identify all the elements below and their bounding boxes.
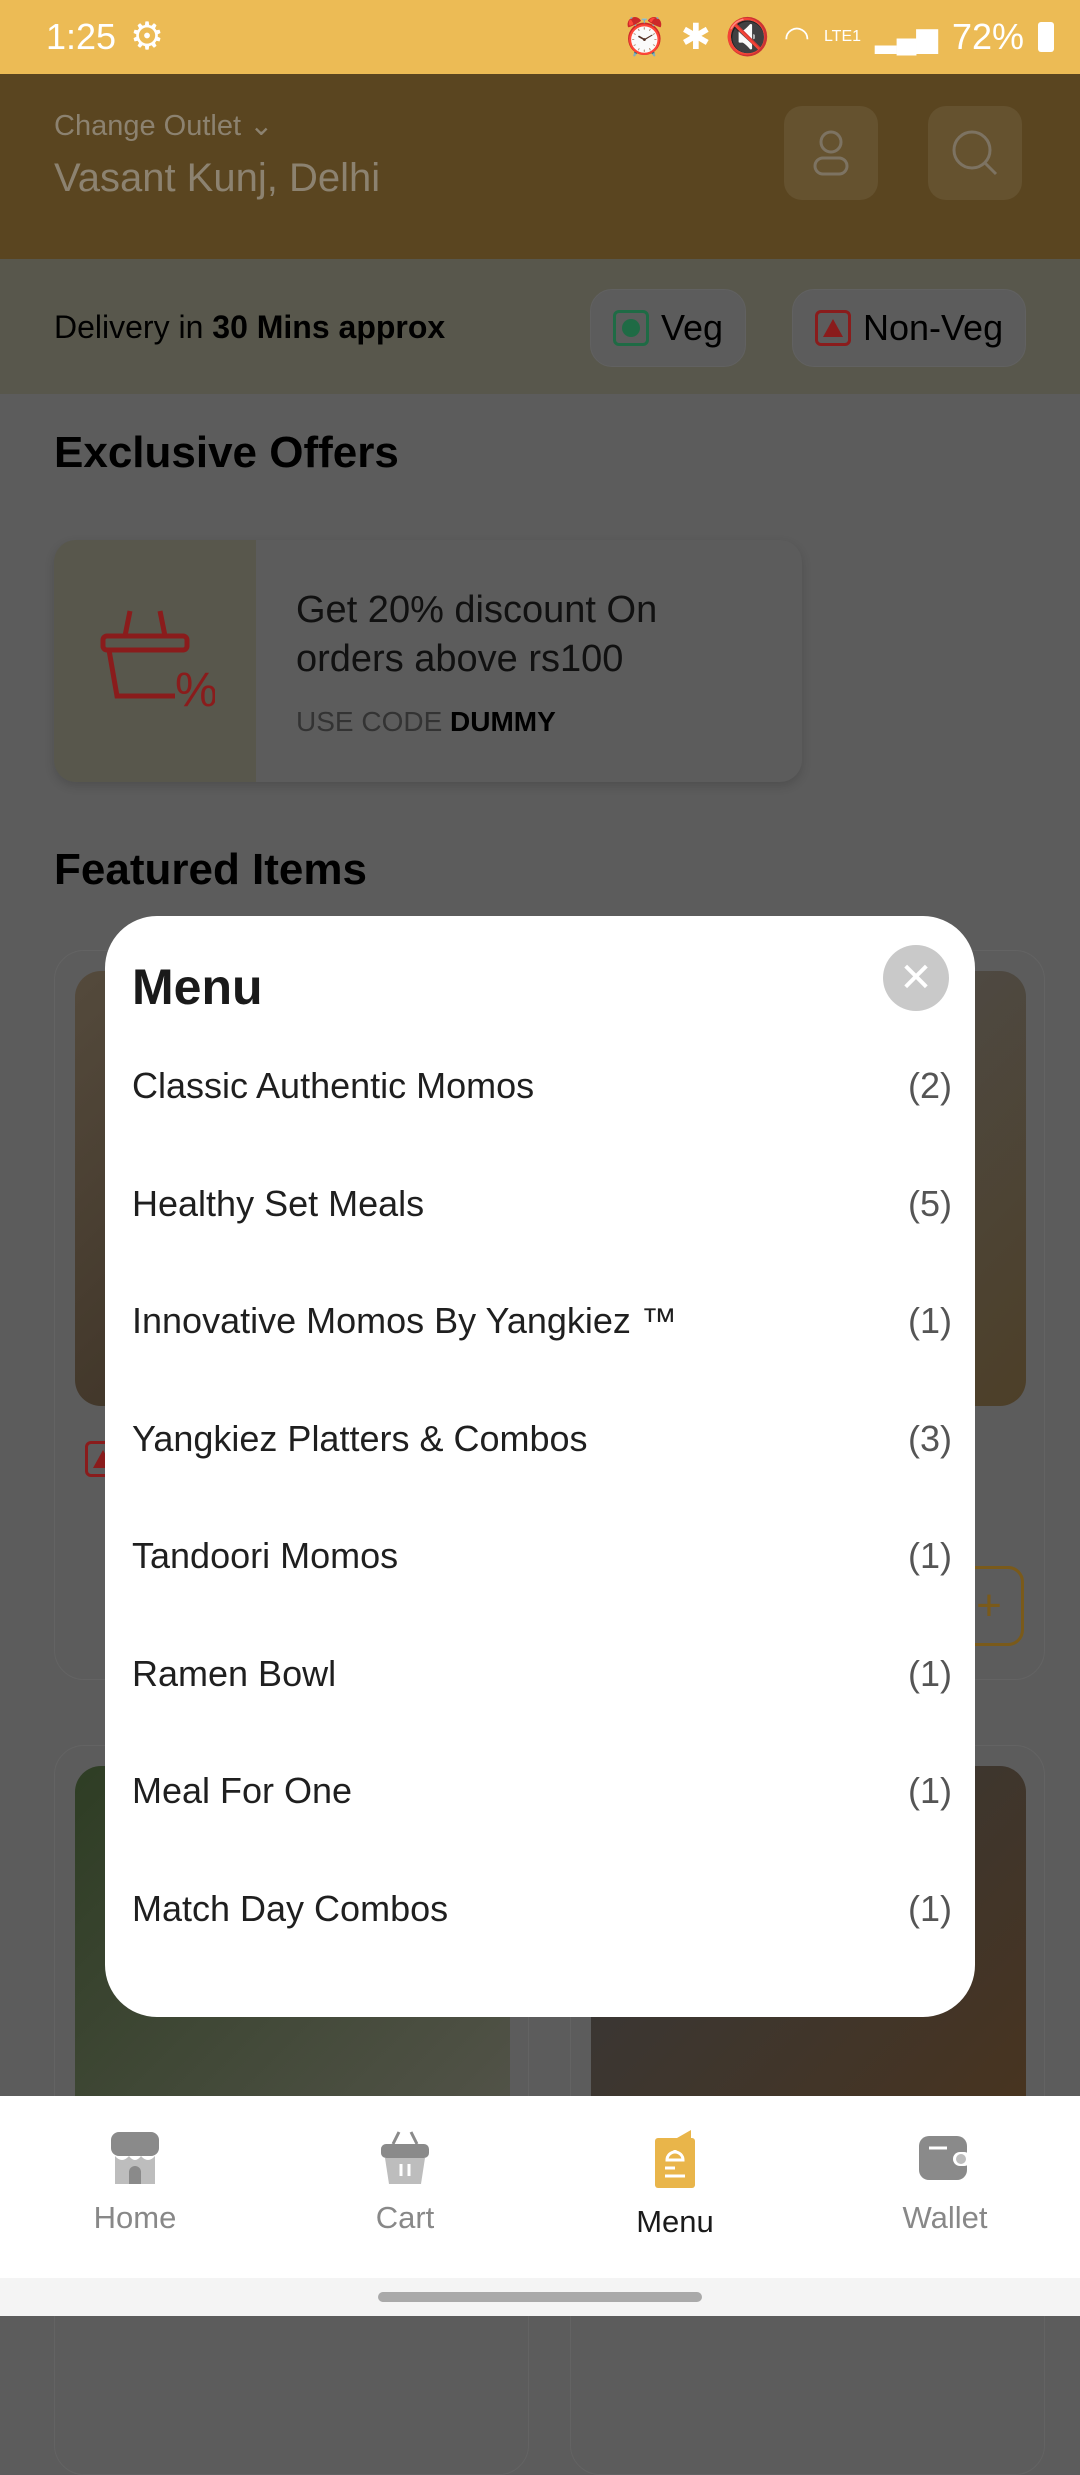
nav-menu[interactable]: Menu: [540, 2096, 810, 2278]
category-count: (1): [908, 1300, 952, 1341]
category-label: Healthy Set Meals: [132, 1182, 425, 1224]
veg-icon: [613, 310, 649, 346]
nav-label: Cart: [375, 2200, 435, 2235]
category-label: Classic Authentic Momos: [132, 1065, 535, 1106]
offer-card[interactable]: % Get 20% discount On orders above rs100…: [54, 540, 802, 782]
close-button[interactable]: ✕: [883, 945, 949, 1011]
menu-category-item[interactable]: Tandoori Momos (1): [132, 1516, 952, 1596]
network-label: LTE1: [823, 28, 862, 45]
wifi-icon: ◠: [783, 20, 810, 54]
featured-title: Featured Items: [54, 845, 367, 894]
nav-label: Home: [93, 2200, 177, 2235]
search-icon: [952, 130, 998, 176]
signal-icon: ▂▄▆: [875, 21, 938, 53]
chevron-down-icon: ⌄: [249, 110, 274, 142]
menu-category-item[interactable]: Match Day Combos (1): [132, 1869, 952, 1949]
change-outlet-label: Change Outlet: [54, 110, 242, 142]
basket-discount-icon: %: [100, 610, 215, 716]
nonveg-filter[interactable]: Non-Veg: [792, 289, 1027, 367]
app-header: Change Outlet ⌄ Vasant Kunj, Delhi: [0, 74, 1080, 259]
nav-wallet[interactable]: Wallet: [810, 2096, 1080, 2278]
outlet-name[interactable]: Vasant Kunj, Delhi: [54, 156, 380, 201]
category-count: (1): [908, 1770, 952, 1811]
nonveg-icon: [815, 310, 851, 346]
category-label: Innovative Momos By Yangkiez ™: [132, 1300, 677, 1341]
menu-category-item[interactable]: Yangkiez Platters & Combos (3): [132, 1399, 952, 1479]
menu-category-item[interactable]: Healthy Set Meals (5): [132, 1164, 952, 1244]
mute-icon: 🔇: [724, 16, 770, 57]
category-label: Match Day Combos: [132, 1887, 449, 1929]
category-label: Tandoori Momos: [132, 1535, 399, 1576]
category-count: (1): [908, 1535, 952, 1576]
category-count: (5): [908, 1182, 952, 1224]
bottom-nav: Home Cart Menu Wallet: [0, 2096, 1080, 2278]
menu-category-item[interactable]: Ramen Bowl (1): [132, 1634, 952, 1714]
category-count: (1): [908, 1652, 952, 1694]
category-label: Yangkiez Platters & Combos: [132, 1417, 588, 1459]
category-label: Ramen Bowl: [132, 1652, 337, 1694]
nav-label: Wallet: [902, 2200, 988, 2235]
user-icon: [813, 130, 849, 176]
alarm-icon: ⏰: [621, 16, 667, 57]
nav-label: Menu: [636, 2204, 714, 2239]
store-icon: [111, 2132, 159, 2184]
search-button[interactable]: [928, 106, 1022, 200]
offer-code: USE CODE DUMMY: [296, 706, 556, 737]
home-indicator[interactable]: [378, 2292, 702, 2302]
category-label: Meal For One: [132, 1770, 353, 1811]
profile-button[interactable]: [784, 106, 878, 200]
status-bar: 1:25 ⚙ ⏰ ✱ 🔇 ◠ LTE1 ▂▄▆ 72%: [0, 0, 1080, 74]
change-outlet-button[interactable]: Change Outlet ⌄: [54, 108, 273, 143]
delivery-bar: Delivery in 30 Mins approx Veg Non-Veg: [0, 259, 1080, 394]
menu-category-item[interactable]: Classic Authentic Momos (2): [132, 1046, 952, 1126]
close-icon: ✕: [899, 956, 933, 1000]
bluetooth-icon: ✱: [680, 16, 711, 57]
menu-modal-title: Menu: [132, 959, 263, 1015]
offers-title: Exclusive Offers: [54, 428, 399, 477]
veg-filter[interactable]: Veg: [590, 289, 747, 367]
menu-category-item[interactable]: Meal For One (1): [132, 1751, 952, 1831]
gesture-bar: [0, 2278, 1080, 2316]
category-count: (1): [908, 1887, 952, 1929]
status-time: 1:25: [46, 16, 117, 57]
delivery-text: Delivery in 30 Mins approx: [54, 309, 446, 345]
category-count: (3): [908, 1417, 952, 1459]
wallet-icon: [919, 2136, 971, 2180]
menu-modal: Menu ✕ Classic Authentic Momos (2) Healthy…: [105, 916, 975, 2017]
nav-home[interactable]: Home: [0, 2096, 270, 2278]
basket-icon: [381, 2131, 429, 2184]
battery-level: 72%: [951, 16, 1024, 57]
offer-text: Get 20% discount On orders above rs100: [296, 589, 658, 680]
nav-cart[interactable]: Cart: [270, 2096, 540, 2278]
category-count: (2): [908, 1065, 952, 1106]
battery-icon: [1038, 22, 1054, 52]
menu-book-icon: [655, 2130, 695, 2188]
menu-category-item[interactable]: Innovative Momos By Yangkiez ™ (1): [132, 1281, 952, 1361]
svg-text:%: %: [175, 664, 215, 716]
settings-gear-icon: ⚙: [130, 16, 165, 58]
